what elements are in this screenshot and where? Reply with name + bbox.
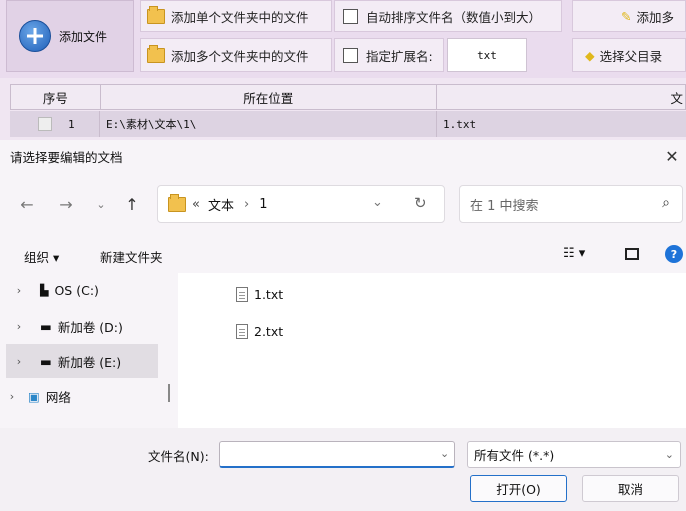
- search-input[interactable]: 在 1 中搜索: [470, 195, 539, 214]
- column-header-location[interactable]: 所在位置: [101, 85, 437, 109]
- help-icon[interactable]: ?: [665, 245, 683, 263]
- text-file-icon: [236, 287, 248, 302]
- row-index-cell: 1: [10, 111, 100, 137]
- new-folder-button[interactable]: 新建文件夹: [100, 247, 163, 266]
- column-header-name[interactable]: 文: [437, 85, 685, 109]
- file-item[interactable]: 2.txt: [236, 324, 283, 339]
- close-icon[interactable]: ✕: [662, 146, 682, 166]
- forward-arrow-icon[interactable]: →: [55, 193, 77, 215]
- chevron-down-icon[interactable]: ⌄: [665, 448, 674, 461]
- row-name: 1.txt: [443, 117, 477, 131]
- file-list: 1.txt 2.txt: [178, 273, 686, 428]
- table-row[interactable]: 1 E:\素材\文本\1\ 1.txt: [10, 111, 686, 137]
- sidebar-item-label: 新加卷 (D:): [57, 319, 123, 335]
- chevron-right-icon[interactable]: ›: [6, 320, 32, 333]
- view-options-icon[interactable]: ☷ ▾: [563, 246, 585, 261]
- pane-scrollbar[interactable]: [168, 384, 170, 402]
- refresh-icon[interactable]: ↻: [414, 194, 427, 212]
- filetype-select[interactable]: 所有文件 (*.*) ⌄: [467, 441, 681, 468]
- chevron-right-icon[interactable]: ›: [6, 355, 32, 368]
- open-button[interactable]: 打开(O): [470, 475, 567, 502]
- specify-ext-label: 指定扩展名:: [366, 48, 433, 64]
- folder-icon: [168, 193, 186, 212]
- folder-icon: [147, 5, 165, 24]
- filename-input[interactable]: [219, 441, 455, 468]
- chevron-right-icon: ›: [243, 196, 250, 212]
- select-parent-label: 选择父目录: [599, 48, 663, 64]
- extension-input[interactable]: txt: [447, 38, 527, 72]
- row-location: E:\素材\文本\1\: [100, 111, 437, 137]
- add-multi-folder-button[interactable]: 添加多个文件夹中的文件: [140, 38, 332, 72]
- add-file-label: 添加文件: [59, 29, 108, 44]
- preview-pane-icon[interactable]: [625, 248, 639, 260]
- text-file-icon: [236, 324, 248, 339]
- sidebar-item-c-drive[interactable]: › ▙ OS (C:): [6, 273, 158, 307]
- add-more-button[interactable]: ✎ 添加多: [572, 0, 686, 32]
- breadcrumb-overflow[interactable]: «: [192, 197, 200, 212]
- checkbox-box[interactable]: [343, 47, 358, 63]
- add-more-label: 添加多: [636, 9, 674, 25]
- auto-sort-label: 自动排序文件名（数值小到大）: [366, 9, 542, 25]
- add-multi-folder-label: 添加多个文件夹中的文件: [171, 48, 309, 64]
- sidebar-item-label: OS (C:): [54, 282, 99, 298]
- pencil-icon: ✎: [621, 8, 632, 24]
- column-header-index[interactable]: 序号: [11, 85, 101, 109]
- grid-header: 序号 所在位置 文: [10, 84, 686, 110]
- row-checkbox[interactable]: [38, 117, 52, 131]
- navigation-pane: › ▙ OS (C:) › ▬ 新加卷 (D:) › ▬ 新加卷 (E:) › …: [0, 273, 170, 428]
- file-name: 1.txt: [254, 287, 284, 302]
- app-toolbar: 添加文件 添加单个文件夹中的文件 添加多个文件夹中的文件 自动排序文件名（数值小…: [0, 0, 686, 78]
- sidebar-item-e-drive[interactable]: › ▬ 新加卷 (E:): [6, 344, 158, 378]
- tag-icon: ◆: [585, 47, 595, 63]
- sidebar-item-label: 网络: [45, 389, 71, 405]
- chevron-down-icon[interactable]: ⌄: [372, 195, 383, 210]
- breadcrumb-item[interactable]: 文本: [208, 195, 234, 214]
- select-parent-button[interactable]: ◆ 选择父目录: [572, 38, 686, 72]
- cancel-button[interactable]: 取消: [582, 475, 679, 502]
- drive-icon: ▬: [40, 318, 52, 334]
- sidebar-item-d-drive[interactable]: › ▬ 新加卷 (D:): [6, 309, 158, 343]
- plus-icon: [19, 20, 51, 52]
- chevron-right-icon[interactable]: ›: [0, 390, 24, 403]
- checkbox-box[interactable]: [343, 8, 358, 24]
- organize-menu[interactable]: 组织 ▾: [24, 247, 59, 266]
- command-bar: 组织 ▾ 新建文件夹 ☷ ▾ ?: [0, 237, 686, 273]
- folder-icon: [147, 44, 165, 63]
- add-single-folder-button[interactable]: 添加单个文件夹中的文件: [140, 0, 332, 32]
- dialog-titlebar: 请选择要编辑的文档: [0, 140, 686, 173]
- chevron-right-icon[interactable]: ›: [6, 284, 32, 297]
- search-icon: ⌕: [662, 195, 670, 211]
- file-item[interactable]: 1.txt: [236, 287, 283, 302]
- address-bar[interactable]: « 文本 › 1 ⌄ ↻: [157, 185, 445, 223]
- filetype-value: 所有文件 (*.*): [474, 448, 555, 463]
- file-name: 2.txt: [254, 324, 284, 339]
- network-icon: ▣: [28, 388, 40, 404]
- sidebar-item-network[interactable]: › ▣ 网络: [0, 379, 152, 413]
- breadcrumb-item[interactable]: 1: [259, 197, 267, 212]
- dialog-title: 请选择要编辑的文档: [10, 150, 123, 165]
- add-single-folder-label: 添加单个文件夹中的文件: [171, 9, 309, 25]
- recent-chevron-icon[interactable]: ⌄: [90, 193, 112, 215]
- add-file-button[interactable]: 添加文件: [6, 0, 134, 72]
- drive-icon: ▬: [40, 353, 52, 369]
- search-box[interactable]: 在 1 中搜索 ⌕: [459, 185, 683, 223]
- sidebar-item-label: 新加卷 (E:): [57, 354, 122, 370]
- row-index: 1: [68, 117, 75, 131]
- chevron-down-icon[interactable]: ⌄: [440, 447, 449, 460]
- back-arrow-icon[interactable]: ←: [16, 193, 38, 215]
- windows-drive-icon: ▙: [40, 283, 49, 297]
- specify-ext-checkbox[interactable]: 指定扩展名:: [334, 38, 444, 72]
- navigation-bar: ← → ⌄ ↑ « 文本 › 1 ⌄ ↻ 在 1 中搜索 ⌕: [0, 173, 686, 235]
- file-open-dialog: 请选择要编辑的文档 ✕ ← → ⌄ ↑ « 文本 › 1 ⌄ ↻ 在 1 中搜索…: [0, 140, 686, 511]
- auto-sort-checkbox[interactable]: 自动排序文件名（数值小到大）: [334, 0, 562, 32]
- up-arrow-icon[interactable]: ↑: [121, 193, 143, 215]
- filename-label: 文件名(N):: [148, 449, 209, 464]
- dialog-footer: 文件名(N): ⌄ 所有文件 (*.*) ⌄ 打开(O) 取消: [0, 428, 686, 511]
